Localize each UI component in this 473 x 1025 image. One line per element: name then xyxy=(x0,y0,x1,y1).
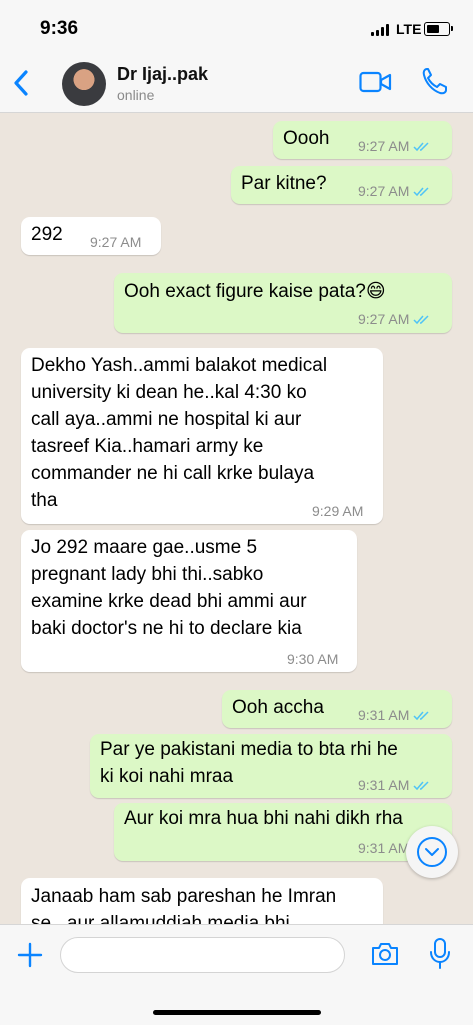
composer-bar xyxy=(0,924,473,1025)
message-line: pregnant lady bhi thi..sabko xyxy=(31,564,264,585)
camera-icon xyxy=(372,943,398,965)
voice-call-button[interactable] xyxy=(421,66,449,101)
message-time: 9:27 AM xyxy=(358,311,410,327)
contact-name[interactable]: Dr Ijaj..pak xyxy=(117,64,208,85)
message-text: Oooh xyxy=(283,128,330,149)
message-time: 9:27 AM xyxy=(358,183,410,199)
message-text: Ooh accha xyxy=(232,697,324,718)
message-meta: 9:31 AM xyxy=(358,777,431,793)
cellular-signal-icon xyxy=(371,24,391,36)
microphone-icon xyxy=(430,938,450,969)
outgoing-message[interactable]: Oooh 9:27 AM xyxy=(273,121,452,159)
double-check-read-icon xyxy=(413,142,429,152)
outgoing-message[interactable]: Aur koi mra hua bhi nahi dikh rha 9:31 A… xyxy=(114,803,452,861)
message-line: tha xyxy=(31,490,58,511)
incoming-message[interactable]: Jo 292 maare gae..usme 5 pregnant lady b… xyxy=(21,530,357,672)
plus-icon xyxy=(17,942,43,968)
double-check-read-icon xyxy=(413,315,429,325)
message-line: tasreef Kia..hamari army ke xyxy=(31,436,264,457)
message-time: 9:29 AM xyxy=(312,503,364,519)
message-line: baki doctor's ne hi to declare kia xyxy=(31,618,302,639)
message-text: 292 xyxy=(31,224,63,245)
message-text: Ooh exact figure kaise pata?😄 xyxy=(124,281,386,302)
status-time: 9:36 xyxy=(40,18,79,39)
chevron-down-circle-icon xyxy=(417,837,447,867)
message-line: Janaab ham sab pareshan he Imran xyxy=(31,886,337,907)
message-line: university ki dean he..kal 4:30 ko xyxy=(31,382,307,403)
status-bar: 9:36 LTE xyxy=(0,0,473,58)
video-camera-icon xyxy=(359,71,392,93)
chevron-left-icon xyxy=(14,70,28,96)
message-line: Par ye pakistani media to bta rhi he xyxy=(100,739,398,760)
camera-button[interactable] xyxy=(370,941,400,972)
battery-icon xyxy=(424,22,453,36)
message-line: ki koi nahi mraa xyxy=(100,766,234,787)
message-text: Aur koi mra hua bhi nahi dikh rha xyxy=(124,808,403,829)
message-meta: 9:31 AM xyxy=(358,707,431,723)
message-line: Jo 292 maare gae..usme 5 xyxy=(31,537,258,558)
message-meta: 9:27 AM xyxy=(358,183,431,199)
message-meta: 9:27 AM xyxy=(358,138,431,154)
outgoing-message[interactable]: Ooh exact figure kaise pata?😄 9:27 AM xyxy=(114,273,452,333)
message-line: commander ne hi call krke bulaya xyxy=(31,463,315,484)
message-line: Dekho Yash..ammi balakot medical xyxy=(31,355,328,376)
contact-avatar[interactable] xyxy=(62,62,106,106)
message-time: 9:27 AM xyxy=(358,138,410,154)
incoming-message[interactable]: Dekho Yash..ammi balakot medical univers… xyxy=(21,348,383,524)
phone-icon xyxy=(422,68,447,95)
outgoing-message[interactable]: Ooh accha 9:31 AM xyxy=(222,690,452,728)
message-line: se...aur allamuddiah media bhi xyxy=(31,913,290,924)
incoming-message[interactable]: 292 9:27 AM xyxy=(21,217,161,255)
message-text: Par kitne? xyxy=(241,173,327,194)
outgoing-message[interactable]: Par kitne? 9:27 AM xyxy=(231,166,452,204)
double-check-read-icon xyxy=(413,781,429,791)
chat-header: Dr Ijaj..pak online xyxy=(0,58,473,113)
message-meta: 9:27 AM xyxy=(358,311,431,327)
double-check-read-icon xyxy=(413,187,429,197)
message-list[interactable]: Oooh 9:27 AM Par kitne? 9:27 AM 292 9:27… xyxy=(0,112,473,924)
outgoing-message[interactable]: Par ye pakistani media to bta rhi he ki … xyxy=(90,734,452,798)
incoming-message[interactable]: Janaab ham sab pareshan he Imran se...au… xyxy=(21,878,383,924)
message-time: 9:30 AM xyxy=(287,651,339,667)
message-time: 9:31 AM xyxy=(358,707,410,723)
back-button[interactable] xyxy=(8,66,36,100)
network-type: LTE xyxy=(396,21,422,37)
contact-status: online xyxy=(117,87,155,103)
message-line: call aya..ammi ne hospital ki aur xyxy=(31,409,302,430)
message-time: 9:27 AM xyxy=(90,234,142,250)
microphone-button[interactable] xyxy=(428,937,452,976)
message-time: 9:31 AM xyxy=(358,840,410,856)
scroll-to-bottom-button[interactable] xyxy=(406,826,458,878)
message-input[interactable] xyxy=(60,937,345,973)
message-line: examine krke dead bhi ammi aur xyxy=(31,591,307,612)
double-check-read-icon xyxy=(413,711,429,721)
video-call-button[interactable] xyxy=(359,70,393,99)
message-time: 9:31 AM xyxy=(358,777,410,793)
home-indicator xyxy=(153,1010,321,1015)
attach-button[interactable] xyxy=(16,941,44,974)
